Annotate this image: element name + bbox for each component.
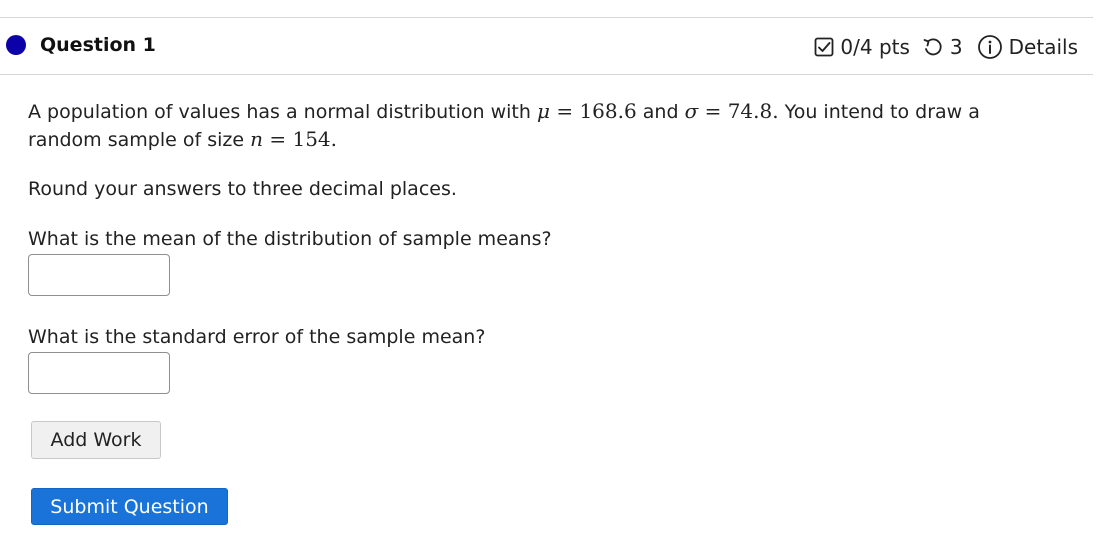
- points-text: 0/4 pts: [840, 35, 910, 59]
- info-icon[interactable]: [977, 34, 1003, 60]
- attempts-count: 3: [949, 35, 963, 59]
- question-2-text: What is the standard error of the sample…: [28, 326, 486, 348]
- problem-statement-line-1: A population of values has a normal dist…: [28, 99, 980, 123]
- submit-question-button[interactable]: Submit Question: [31, 488, 228, 525]
- n-expression: n = 154.: [250, 127, 337, 151]
- problem-statement-line-2: random sample of size n = 154.: [28, 127, 337, 151]
- answer-2-input[interactable]: [28, 352, 170, 394]
- question-status-dot: [6, 35, 26, 55]
- answer-1-input[interactable]: [28, 254, 170, 296]
- rounding-instruction: Round your answers to three decimal plac…: [28, 178, 457, 200]
- top-divider: [0, 17, 1093, 18]
- header-divider: [0, 74, 1093, 75]
- question-title: Question 1: [40, 34, 156, 56]
- sigma-expression: σ = 74.8.: [684, 99, 779, 123]
- question-meta: 0/4 pts 3 Details: [814, 34, 1078, 60]
- question-1-text: What is the mean of the distribution of …: [28, 228, 552, 250]
- details-link[interactable]: Details: [1009, 35, 1078, 59]
- add-work-button[interactable]: Add Work: [31, 421, 161, 459]
- mu-expression: μ = 168.6: [536, 99, 637, 123]
- checkbox-icon: [814, 37, 834, 57]
- retry-icon: [922, 36, 944, 58]
